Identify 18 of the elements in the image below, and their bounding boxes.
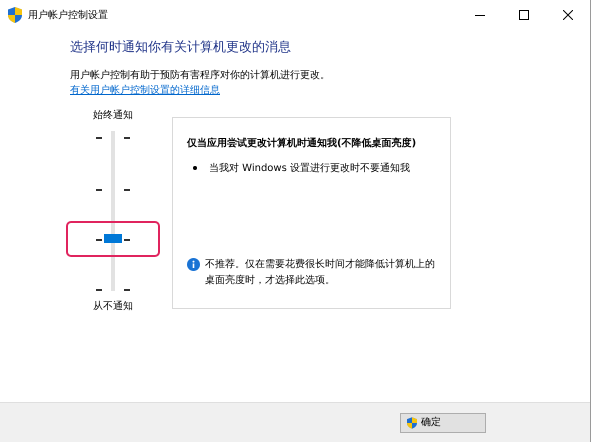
close-icon (563, 10, 573, 20)
minimize-icon (475, 14, 485, 16)
description-text: 用户帐户控制有助于预防有害程序对你的计算机进行更改。 (70, 68, 331, 82)
note-text: 不推荐。仅在需要花费很长时间才能降低计算机上的桌面亮度时，才选择此选项。 (205, 258, 436, 288)
slider-thumb[interactable] (104, 234, 122, 244)
maximize-icon (519, 10, 529, 20)
ok-button[interactable]: 确定 (400, 412, 486, 432)
slider-top-label: 始终通知 (93, 108, 133, 122)
bullet-text: 当我对 Windows 设置进行更改时不要通知我 (209, 162, 410, 176)
shield-icon (407, 416, 417, 428)
shield-icon (8, 7, 22, 23)
page-heading: 选择何时通知你有关计算机更改的消息 (70, 39, 292, 57)
bullet-icon (193, 166, 197, 170)
window-title: 用户帐户控制设置 (28, 8, 108, 22)
slider-bottom-label: 从不通知 (93, 300, 133, 314)
panel-title: 仅当应用尝试更改计算机时通知我(不降低桌面亮度) (187, 136, 418, 150)
help-link[interactable]: 有关用户帐户控制设置的详细信息 (70, 84, 220, 96)
info-icon (187, 258, 200, 270)
